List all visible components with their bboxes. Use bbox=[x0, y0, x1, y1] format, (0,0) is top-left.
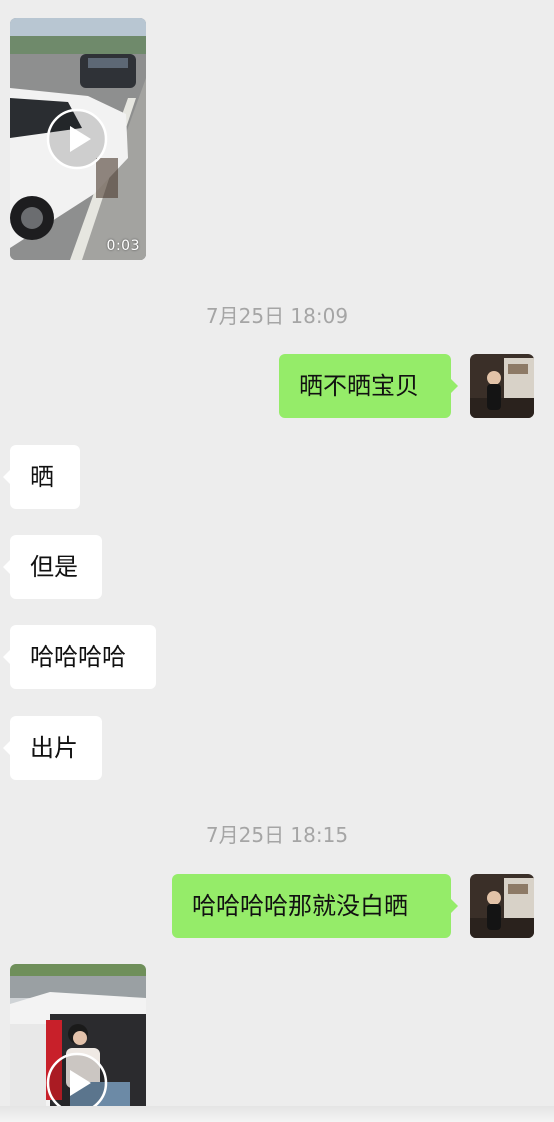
user-avatar-photo bbox=[470, 354, 534, 418]
bottom-edge bbox=[0, 1106, 554, 1122]
timestamp: 7月25日 18:09 bbox=[205, 304, 349, 328]
play-icon bbox=[46, 1052, 108, 1106]
avatar[interactable] bbox=[470, 874, 534, 938]
received-message-bubble[interactable]: 哈哈哈哈 bbox=[3, 625, 156, 689]
timestamp: 7月25日 18:15 bbox=[205, 823, 349, 847]
video-duration: 0:03 bbox=[106, 238, 140, 254]
sent-message-bubble[interactable]: 哈哈哈哈那就没白晒 bbox=[172, 874, 458, 938]
user-avatar-photo bbox=[470, 874, 534, 938]
video-message[interactable] bbox=[10, 964, 146, 1106]
chat-window: 0:03 7月25日 18:09 晒不晒宝贝 晒 但是 哈哈哈哈 出片 7月25… bbox=[0, 0, 554, 1122]
video-message[interactable]: 0:03 bbox=[10, 18, 146, 260]
received-message-bubble[interactable]: 但是 bbox=[3, 535, 102, 599]
received-message-bubble[interactable]: 出片 bbox=[3, 716, 102, 780]
play-icon bbox=[46, 108, 108, 170]
sent-message-bubble[interactable]: 晒不晒宝贝 bbox=[279, 354, 458, 418]
received-message-bubble[interactable]: 晒 bbox=[3, 445, 80, 509]
avatar[interactable] bbox=[470, 354, 534, 418]
